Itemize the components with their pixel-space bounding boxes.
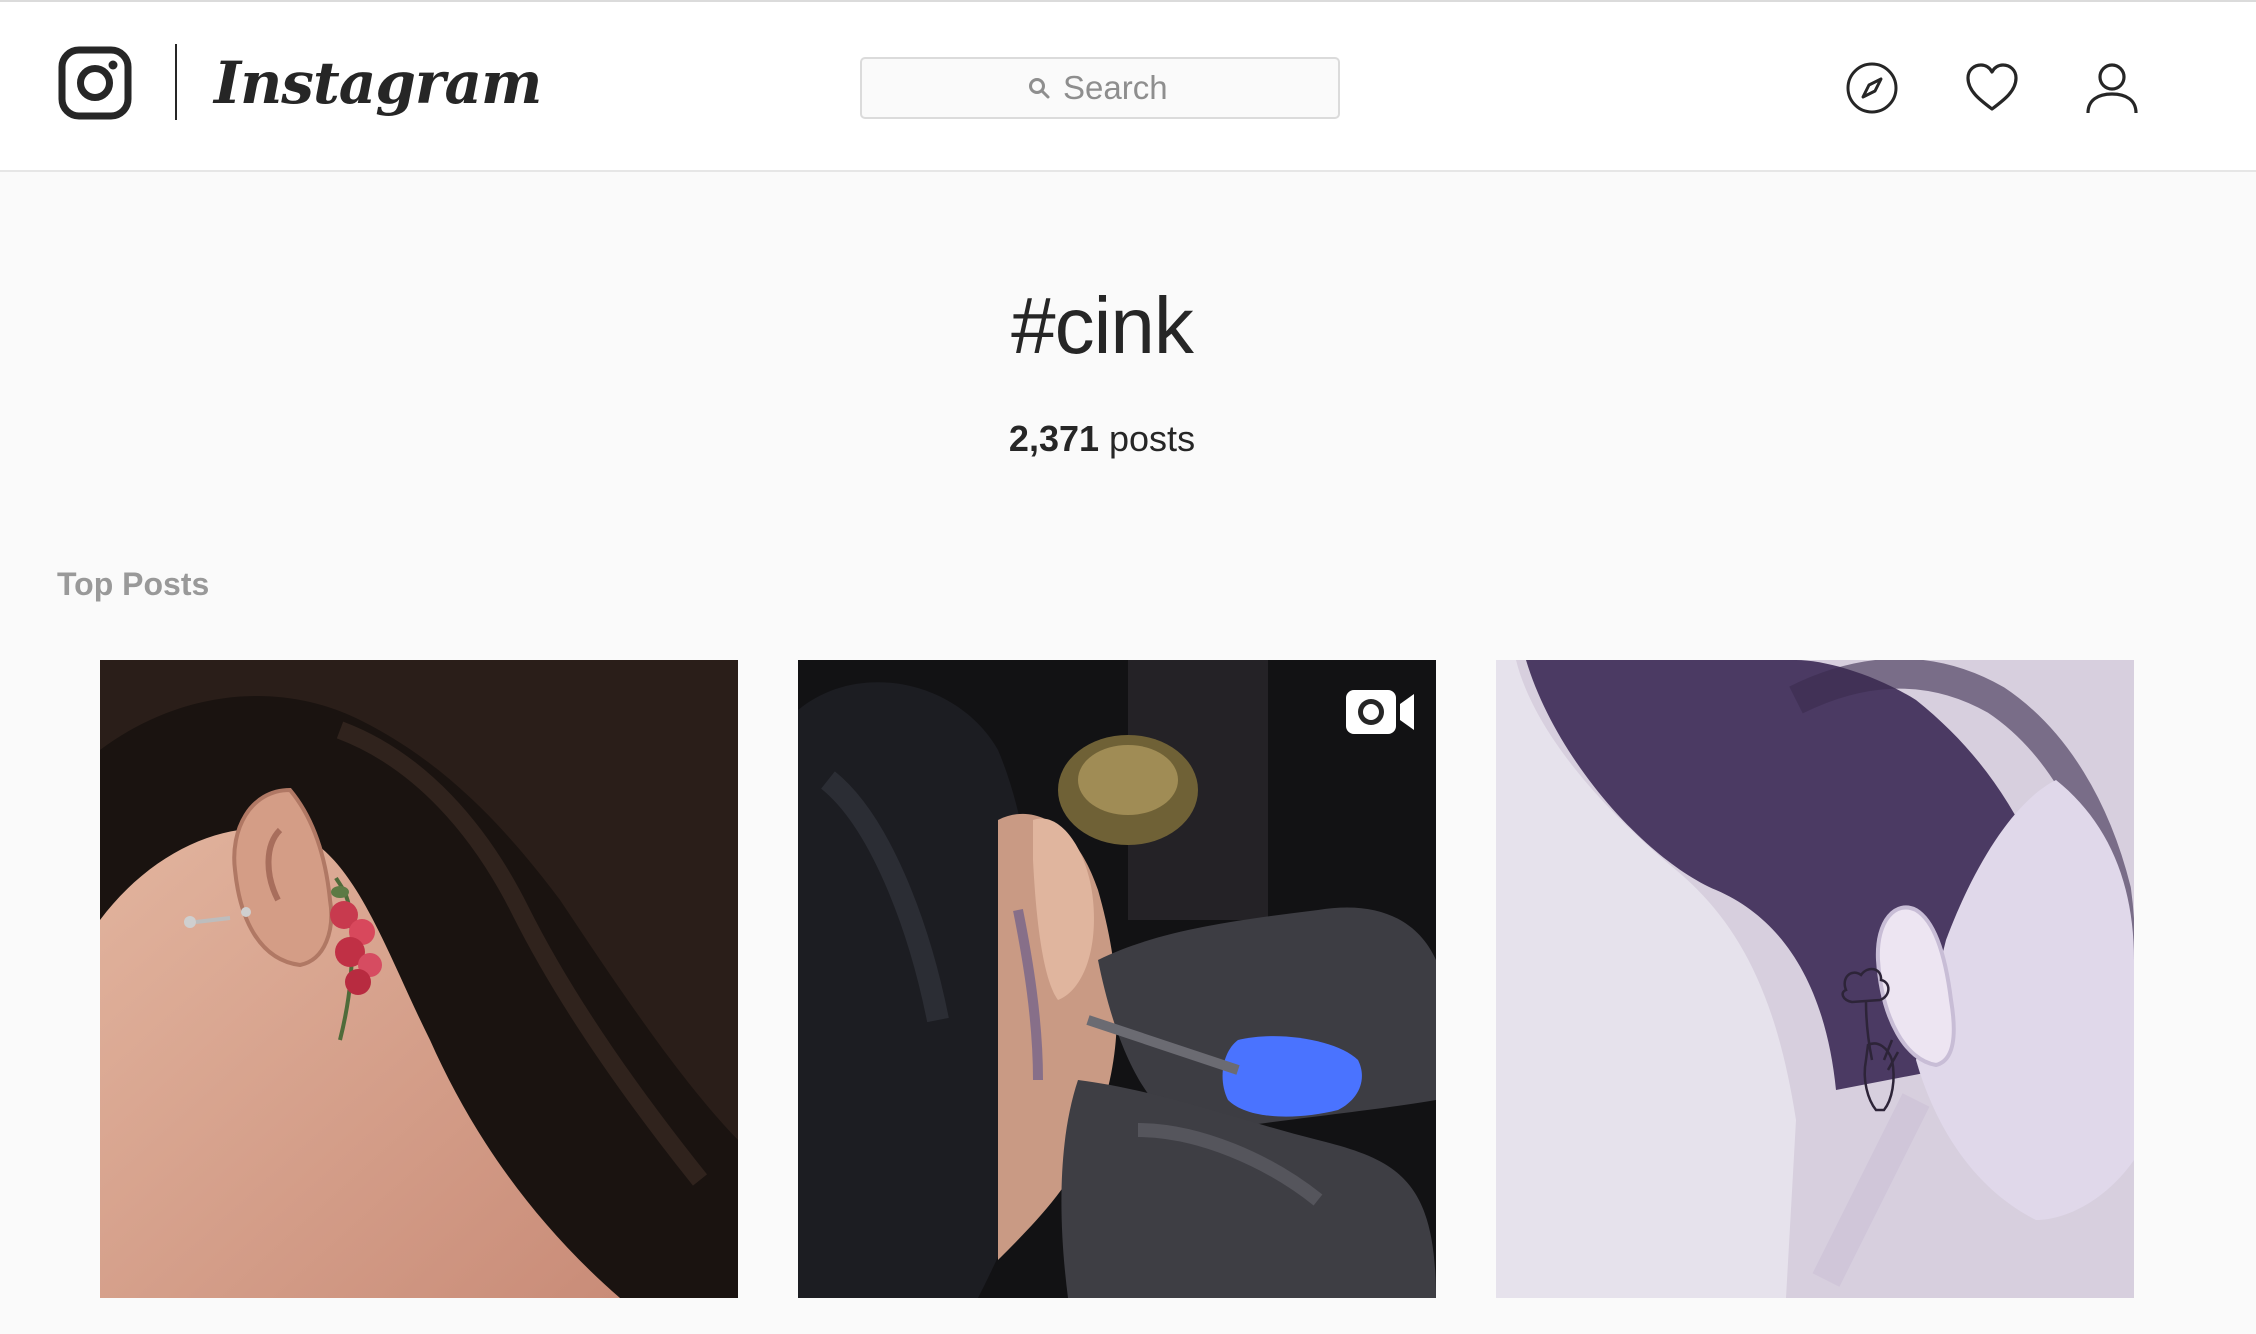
post-thumbnail[interactable] [798, 660, 1436, 1298]
logo-divider [175, 44, 177, 120]
post-photo [1496, 660, 2134, 1298]
user-icon[interactable] [2084, 60, 2140, 116]
compass-icon[interactable] [1844, 60, 1900, 116]
instagram-glyph-icon[interactable] [58, 46, 132, 120]
search-box[interactable] [860, 57, 1340, 119]
heart-icon[interactable] [1964, 60, 2020, 116]
post-count: 2,371 posts [0, 418, 2204, 460]
search-input[interactable] [1063, 69, 1173, 107]
post-photo [798, 660, 1436, 1298]
top-posts-heading: Top Posts [57, 566, 210, 602]
video-icon [1346, 690, 1414, 734]
post-thumbnail[interactable] [100, 660, 738, 1298]
top-nav-bar: Instagram [0, 2, 2256, 172]
post-thumbnail[interactable] [1496, 660, 2134, 1298]
hashtag-title: #cink [1011, 281, 1194, 370]
instagram-wordmark[interactable]: Instagram [214, 38, 542, 128]
post-photo [100, 660, 738, 1298]
post-count-number: 2,371 [1008, 418, 1100, 459]
post-count-suffix: posts [1099, 418, 1196, 459]
search-icon [1029, 78, 1050, 99]
